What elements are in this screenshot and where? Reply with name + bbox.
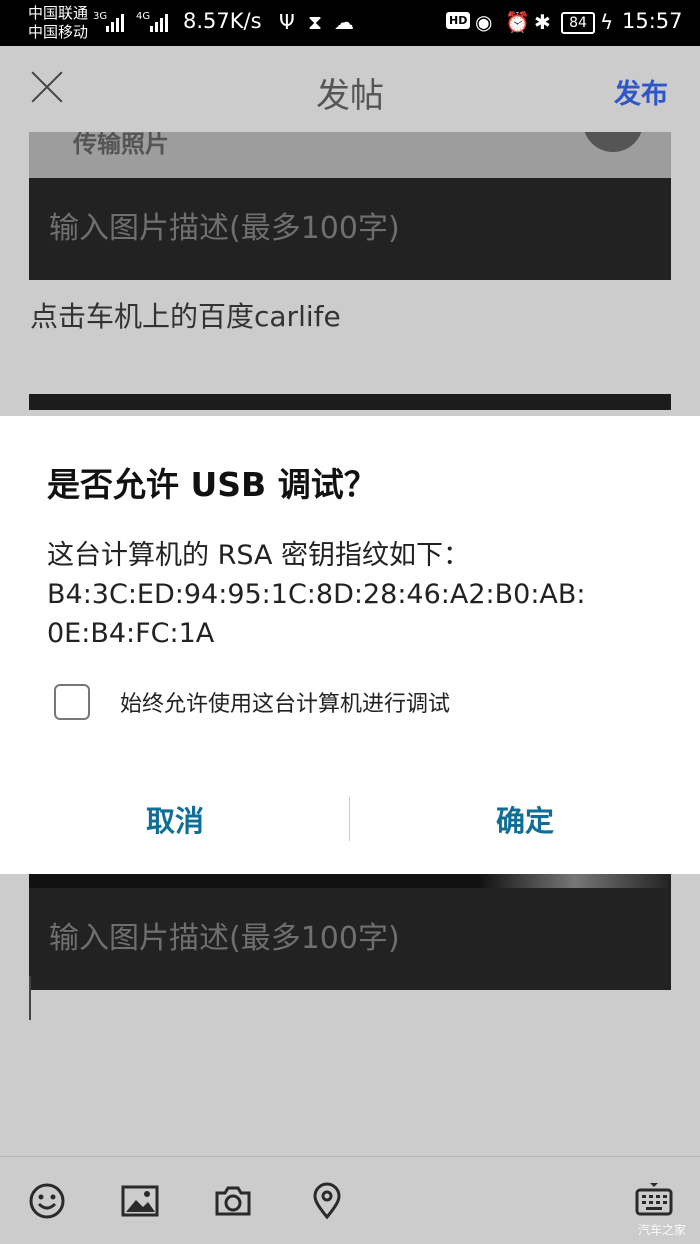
top-bar: 发帖 发布 [0,46,700,132]
eye-icon: ◉ [475,10,493,34]
page-title: 发帖 [316,76,384,116]
emoji-icon[interactable] [27,1181,67,1221]
photo-remove-button[interactable] [583,132,643,152]
bluetooth-icon: ✱ [534,10,551,34]
carrier-1: 中国联通 [28,4,89,22]
battery-icon: 84 [561,12,595,34]
photo-thumbnail-1[interactable]: 传输照片 [29,132,671,178]
always-allow-label[interactable]: 始终允许使用这台计算机进行调试 [120,686,450,718]
signal-icon-2 [150,12,168,32]
text-cursor[interactable] [29,976,31,1020]
dialog-message: 这台计算机的 RSA 密钥指纹如下： B4:3C:ED:94:95:1C:8D:… [47,536,667,653]
hd-icon: HD [446,12,471,29]
photo-description-input-2[interactable]: 输入图片描述(最多100字) [29,888,671,990]
always-allow-row[interactable]: 始终允许使用这台计算机进行调试 [54,684,450,720]
photo-thumbnail-3[interactable] [29,872,671,888]
hourglass-icon: ⧗ [308,10,323,34]
photo-overlay-text: 传输照片 [73,132,169,158]
network-type-2: 4G [136,11,151,22]
camera-icon[interactable] [213,1181,253,1221]
network-type-1: 3G [93,11,108,22]
ok-button[interactable]: 确定 [350,798,700,840]
signal-icon [106,12,124,32]
publish-button[interactable]: 发布 [614,72,668,111]
usb-debug-dialog: 是否允许 USB 调试？ 这台计算机的 RSA 密钥指纹如下： B4:3C:ED… [0,416,700,874]
dialog-message-line-3: 0E:B4:FC:1A [47,618,215,649]
watermark: 汽车之家 [637,1223,686,1237]
location-icon[interactable] [307,1181,347,1221]
carrier-2: 中国移动 [28,23,89,41]
usb-icon: Ψ [279,10,295,34]
photo-description-input[interactable]: 输入图片描述(最多100字) [29,178,671,280]
bottom-toolbar: 汽车之家 [0,1156,700,1244]
photo-thumbnail-2[interactable] [29,394,671,410]
cancel-button[interactable]: 取消 [0,798,350,840]
carrier-names: 中国联通 中国移动 [28,4,88,42]
post-text[interactable]: 点击车机上的百度carlife [30,295,341,335]
image-icon[interactable] [120,1181,160,1221]
dialog-title: 是否允许 USB 调试？ [47,465,377,504]
clock: 15:57 [622,9,683,33]
wechat-icon: ☁ [334,10,354,34]
status-bar: 中国联通 中国移动 3G 4G 8.57K/s Ψ ⧗ ☁ HD ◉ ⏰ ✱ 8… [0,0,700,46]
network-speed: 8.57K/s [183,9,262,33]
charging-icon: ϟ [600,10,614,34]
dialog-message-line-2: B4:3C:ED:94:95:1C:8D:28:46:A2:B0:AB: [47,579,586,610]
dialog-message-line-1: 这台计算机的 RSA 密钥指纹如下： [47,540,471,571]
keyboard-icon[interactable] [634,1181,674,1221]
alarm-icon: ⏰ [505,10,530,34]
always-allow-checkbox[interactable] [54,684,90,720]
